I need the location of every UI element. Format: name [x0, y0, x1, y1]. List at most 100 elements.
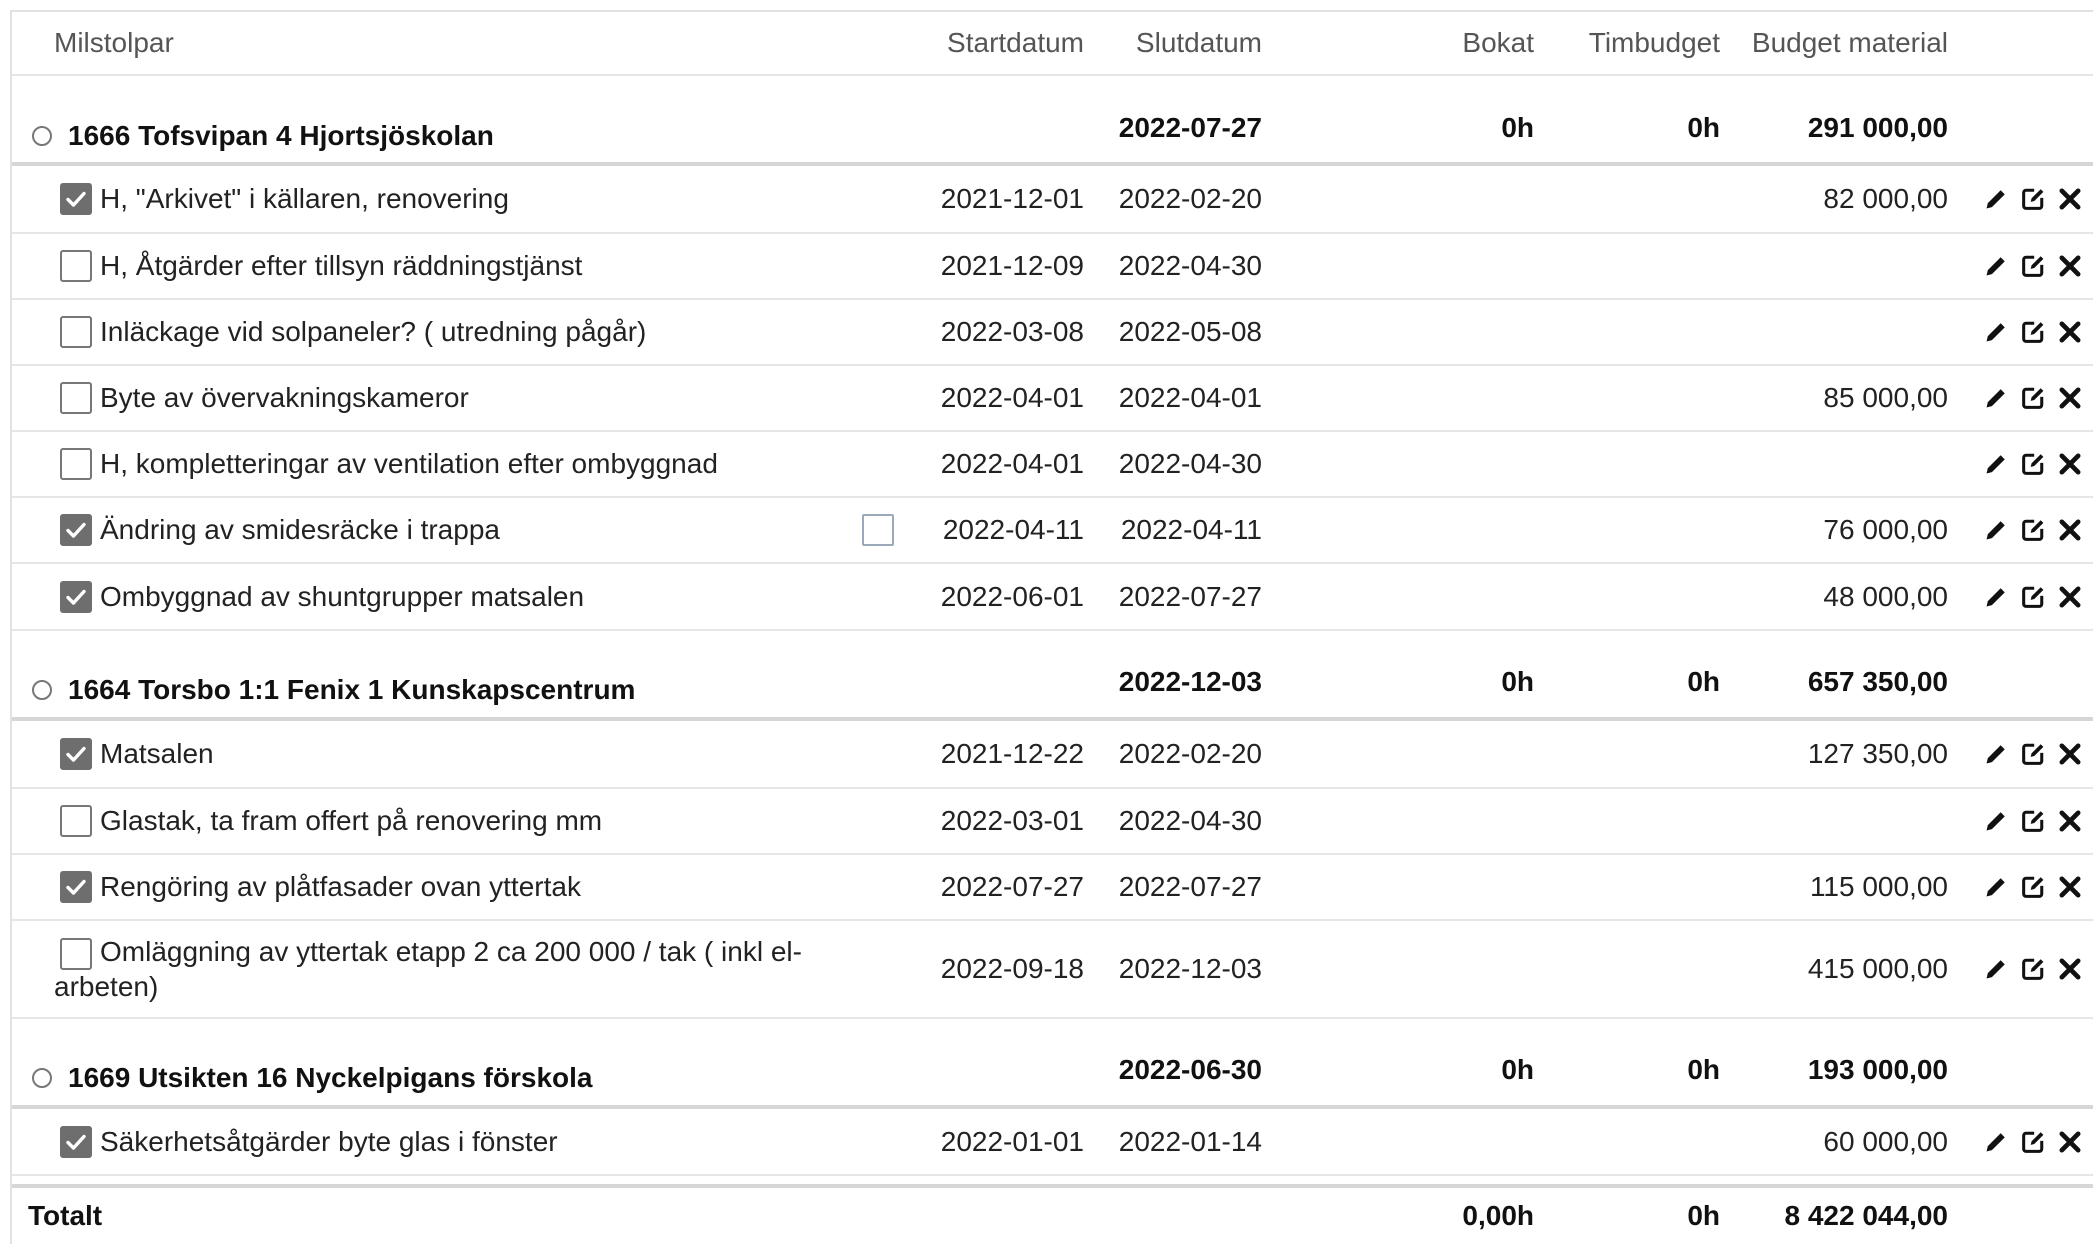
- edit-square-icon[interactable]: [2019, 384, 2047, 412]
- task-done-checkbox[interactable]: [60, 514, 92, 546]
- task-start-date: 2021-12-09: [940, 250, 1084, 281]
- group-select-radio[interactable]: [32, 1068, 52, 1088]
- task-actions: [1982, 318, 2084, 346]
- column-header-milestone[interactable]: Milstolpar: [54, 12, 174, 74]
- task-name: H, Åtgärder efter tillsyn räddningstjäns…: [100, 250, 583, 281]
- task-done-checkbox[interactable]: [60, 250, 92, 282]
- milestone-task-row: Matsalen 2021-12-22 2022-02-20 127 350,00: [12, 721, 2093, 789]
- task-extra-checkbox[interactable]: [862, 514, 894, 546]
- task-material-budget: [1732, 432, 1948, 496]
- milestone-task-row: Ombyggnad av shuntgrupper matsalen 2022-0…: [12, 564, 2093, 631]
- delete-x-icon[interactable]: [2056, 516, 2084, 544]
- task-done-checkbox[interactable]: [60, 316, 92, 348]
- group-material-budget: 657 350,00: [1807, 666, 1948, 697]
- edit-square-icon[interactable]: [2019, 740, 2047, 768]
- edit-square-icon[interactable]: [2019, 807, 2047, 835]
- pencil-icon[interactable]: [1982, 1128, 2010, 1156]
- milestone-task-row: Byte av övervakningskameror 2022-04-01 202…: [12, 366, 2093, 432]
- group-material-budget: 193 000,00: [1807, 1054, 1948, 1085]
- group-title: 1666 Tofsvipan 4 Hjortsjöskolan: [68, 120, 494, 151]
- task-name-cell: Inläckage vid solpaneler? ( utredning på…: [60, 300, 840, 364]
- delete-x-icon[interactable]: [2056, 384, 2084, 412]
- delete-x-icon[interactable]: [2056, 1128, 2084, 1156]
- group-select-radio[interactable]: [32, 680, 52, 700]
- edit-square-icon[interactable]: [2019, 873, 2047, 901]
- delete-x-icon[interactable]: [2056, 873, 2084, 901]
- delete-x-icon[interactable]: [2056, 955, 2084, 983]
- edit-square-icon[interactable]: [2019, 318, 2047, 346]
- column-header-start[interactable]: Startdatum: [912, 12, 1084, 74]
- edit-square-icon[interactable]: [2019, 185, 2047, 213]
- task-material-budget: 48 000,00: [1823, 580, 1948, 612]
- pencil-icon[interactable]: [1982, 740, 2010, 768]
- group-select-radio[interactable]: [32, 126, 52, 146]
- task-done-checkbox[interactable]: [60, 805, 92, 837]
- edit-square-icon[interactable]: [2019, 252, 2047, 280]
- edit-square-icon[interactable]: [2019, 516, 2047, 544]
- delete-x-icon[interactable]: [2056, 807, 2084, 835]
- group-booked: 0h: [1501, 666, 1534, 697]
- group-title-cell: 1664 Torsbo 1:1 Fenix 1 Kunskapscentrum: [32, 631, 635, 733]
- milestone-task-row: Ändring av smidesräcke i trappa 2022-04-1…: [12, 498, 2093, 564]
- column-header-material-budget[interactable]: Budget material: [1732, 12, 1948, 74]
- task-name-cell: H, "Arkivet" i källaren, renovering: [60, 166, 840, 232]
- task-done-checkbox[interactable]: [60, 738, 92, 770]
- task-end-date: 2022-04-01: [1118, 382, 1262, 413]
- pencil-icon[interactable]: [1982, 873, 2010, 901]
- pencil-icon[interactable]: [1982, 450, 2010, 478]
- group-title: 1669 Utsikten 16 Nyckelpigans förskola: [68, 1062, 593, 1093]
- pencil-icon[interactable]: [1982, 955, 2010, 983]
- pencil-icon[interactable]: [1982, 807, 2010, 835]
- group-hour-budget: 0h: [1687, 1054, 1720, 1085]
- edit-square-icon[interactable]: [2019, 583, 2047, 611]
- column-header-booked[interactable]: Bokat: [1412, 12, 1534, 74]
- milestone-task-row: Säkerhetsåtgärder byte glas i fönster 202…: [12, 1109, 2093, 1176]
- total-row: Totalt 0,00h 0h 8 422 044,00: [12, 1184, 2093, 1244]
- task-done-checkbox[interactable]: [60, 871, 92, 903]
- delete-x-icon[interactable]: [2056, 185, 2084, 213]
- task-actions: [1982, 873, 2084, 901]
- task-material-budget: 127 350,00: [1807, 738, 1948, 769]
- task-start-date: 2022-07-27: [940, 871, 1084, 902]
- task-name: Inläckage vid solpaneler? ( utredning på…: [100, 316, 647, 347]
- delete-x-icon[interactable]: [2056, 252, 2084, 280]
- edit-square-icon[interactable]: [2019, 955, 2047, 983]
- task-done-checkbox[interactable]: [60, 183, 92, 215]
- delete-x-icon[interactable]: [2056, 318, 2084, 346]
- pencil-icon[interactable]: [1982, 516, 2010, 544]
- task-name: H, "Arkivet" i källaren, renovering: [100, 183, 509, 214]
- task-done-checkbox[interactable]: [60, 1125, 92, 1158]
- column-header-hour-budget[interactable]: Timbudget: [1552, 12, 1720, 74]
- pencil-icon[interactable]: [1982, 318, 2010, 346]
- task-done-checkbox[interactable]: [60, 382, 92, 414]
- delete-x-icon[interactable]: [2056, 450, 2084, 478]
- task-name: H, kompletteringar av ventilation efter …: [100, 448, 718, 479]
- group-booked: 0h: [1501, 1054, 1534, 1085]
- delete-x-icon[interactable]: [2056, 740, 2084, 768]
- pencil-icon[interactable]: [1982, 583, 2010, 611]
- milestone-task-row: H, Åtgärder efter tillsyn räddningstjäns…: [12, 234, 2093, 300]
- task-end-date: 2022-02-20: [1118, 738, 1262, 769]
- task-actions: [1982, 516, 2084, 544]
- task-name: Ändring av smidesräcke i trappa: [100, 514, 500, 545]
- total-booked: 0,00h: [1462, 1200, 1534, 1231]
- milestone-table: Milstolpar Startdatum Slutdatum Bokat Ti…: [0, 0, 2093, 1244]
- column-header-end[interactable]: Slutdatum: [1092, 12, 1262, 74]
- task-name-cell: Ändring av smidesräcke i trappa: [60, 498, 840, 562]
- task-done-checkbox[interactable]: [60, 448, 92, 480]
- pencil-icon[interactable]: [1982, 252, 2010, 280]
- delete-x-icon[interactable]: [2056, 583, 2084, 611]
- pencil-icon[interactable]: [1982, 185, 2010, 213]
- task-name: Glastak, ta fram offert på renovering mm: [100, 805, 603, 836]
- task-name: Matsalen: [100, 738, 214, 769]
- milestone-task-row: H, "Arkivet" i källaren, renovering 2021-…: [12, 166, 2093, 234]
- task-done-checkbox[interactable]: [60, 937, 92, 970]
- task-material-budget: 115 000,00: [1809, 871, 1948, 902]
- edit-square-icon[interactable]: [2019, 450, 2047, 478]
- pencil-icon[interactable]: [1982, 384, 2010, 412]
- task-done-checkbox[interactable]: [60, 580, 92, 613]
- task-end-date: 2022-04-30: [1118, 250, 1262, 281]
- task-actions: [1982, 740, 2084, 768]
- group-hour-budget: 0h: [1687, 666, 1720, 697]
- edit-square-icon[interactable]: [2019, 1128, 2047, 1156]
